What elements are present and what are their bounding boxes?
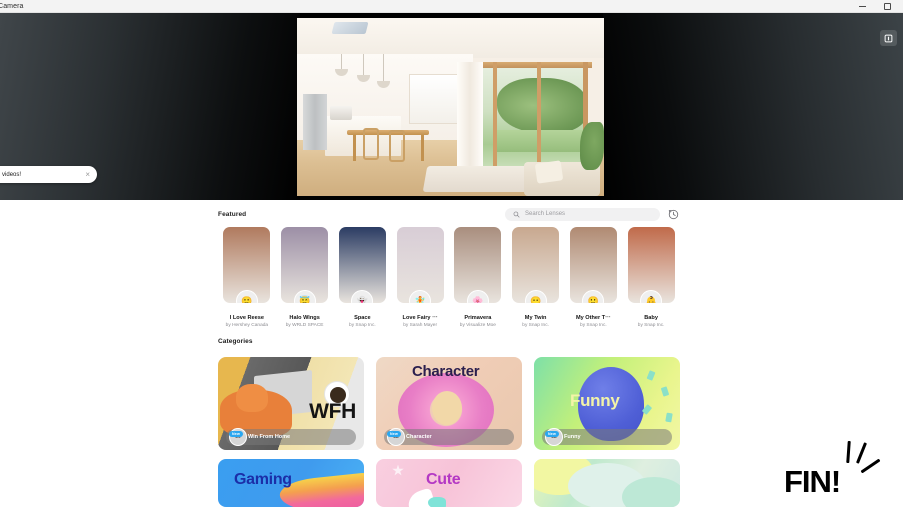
lens-card[interactable]: 👻 Space by Snap Inc. [334,227,392,328]
camera-right-vignette [603,13,903,200]
lens-thumbnail: 🧚 [396,227,444,303]
lens-thumbnail: 🙂 [223,227,271,303]
search-input[interactable]: Search Lenses [505,205,660,223]
category-art-title: Funny [570,390,620,410]
lens-thumbnail: 🙂 [569,227,617,303]
featured-lens-row: 🙂 I Love Reese by Hershey Canada 😇 Halo Wing… [218,227,680,328]
lens-name: Space [354,315,371,321]
category-card-win-from-home[interactable]: WFH New 30 Win From Home [218,356,364,450]
lens-name: Love Fairy ⋯ [402,315,438,321]
lens-card[interactable]: 🙂 My Other T⋯ by Snap Inc. [565,227,623,328]
category-card-cute[interactable]: Cute [376,458,522,507]
lens-name: Halo Wings [289,315,320,321]
lens-name: Baby [644,315,658,321]
lens-thumbnail: 😇 [281,227,329,303]
lens-name: I Love Reese [229,315,264,321]
category-card-gaming[interactable]: Gaming [218,458,364,507]
lens-badge-avatar: 🌸 [466,290,489,303]
category-footer: 32 Character [384,427,514,446]
lens-card[interactable]: 🌸 Primavera by Visualize Moe [449,227,507,328]
lens-author: by Visualize Moe [459,322,496,328]
lens-badge-avatar: 🙂 [582,290,605,303]
lens-author: by Snap Inc. [522,322,549,328]
category-footer: 32 Funny [542,427,672,446]
category-label: Funny [564,433,581,440]
window-controls [857,1,903,12]
lens-name: My Other T⋯ [575,315,611,321]
lens-thumbnail: 🌸 [454,227,502,303]
window-title: p Camera [0,2,24,10]
lens-badge-avatar: 😶 [524,290,547,303]
lens-thumbnail: 👻 [338,227,386,303]
lens-card[interactable]: 🧚 Love Fairy ⋯ by Sarah Mayer [391,227,449,328]
categories-bottom-row: Gaming Cute [218,458,680,507]
category-footer: 30 Win From Home [226,427,356,446]
lens-author: by Hershey Canada [225,322,269,328]
lens-badge-avatar: 🧚 [409,290,432,303]
camera-preview: photos and record videos! × [0,13,903,200]
category-card-pastel[interactable] [534,458,680,507]
lens-card[interactable]: 😇 Halo Wings by WRLD SPACE [276,227,334,328]
lens-browser-panel: Featured Search Lenses 🙂 I Love Reese by… [0,200,903,512]
lens-author: by Snap Inc. [349,322,376,328]
lens-badge-avatar: 👻 [351,290,374,303]
lens-author: by WRLD SPACE [285,322,324,328]
close-icon[interactable]: × [85,170,90,179]
camera-feed-image [297,18,604,196]
lens-author: by Snap Inc. [580,322,607,328]
featured-header: Featured Search Lenses [218,203,680,225]
lens-card[interactable]: 😶 My Twin by Snap Inc. [507,227,565,328]
category-card-funny[interactable]: Funny New 32 Funny [534,356,680,450]
category-art-title: Character [412,362,480,380]
category-label: Win From Home [248,433,291,440]
toast-notification: photos and record videos! × [0,166,97,183]
categories-top-row: WFH New 30 Win From Home Character New 3… [218,356,680,450]
category-label: Character [406,433,432,440]
search-placeholder: Search Lenses [525,211,566,217]
search-area: Search Lenses [505,205,680,223]
lens-author: by Sarah Mayer [403,322,438,328]
categories-title: Categories [218,338,253,345]
lens-badge-avatar: 😇 [293,290,316,303]
new-badge: New [387,430,401,437]
lens-badge-avatar: 👶 [640,290,663,303]
title-bar: p Camera [0,0,903,13]
featured-title: Featured [218,210,247,218]
snap-camera-window: p Camera [0,0,903,512]
lens-card[interactable]: 👶 Baby by Snap Inc. [622,227,680,328]
category-art-title: WFH [309,399,356,423]
toast-message: photos and record videos! [0,171,22,178]
categories-header: Categories [218,331,680,353]
history-icon[interactable] [667,208,680,221]
fin-annotation: FIN! [784,464,841,499]
category-art-title: Gaming [234,470,292,488]
camera-settings-button[interactable] [880,30,897,46]
lens-name: My Twin [524,315,547,321]
lens-badge-avatar: 🙂 [235,290,258,303]
new-badge: New [229,430,243,437]
category-art-title: Cute [426,470,461,488]
lens-thumbnail: 😶 [512,227,560,303]
maximize-button[interactable] [882,1,893,12]
lens-name: Primavera [464,315,492,321]
search-icon [513,205,520,223]
new-badge: New [545,430,559,437]
lens-author: by Snap Inc. [637,322,665,328]
lens-thumbnail: 👶 [627,227,675,303]
category-card-character[interactable]: Character New 32 Character [376,356,522,450]
minimize-button[interactable] [857,1,868,12]
lens-card[interactable]: 🙂 I Love Reese by Hershey Canada [218,227,276,328]
